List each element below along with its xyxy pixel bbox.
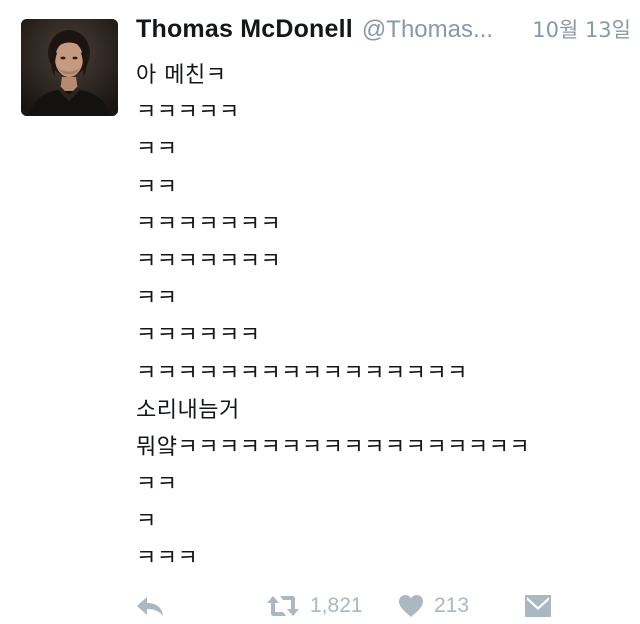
tweet-text-line: ㅋㅋㅋㅋㅋㅋ xyxy=(136,323,261,349)
tweet-text-line: 소리내늠거 xyxy=(136,397,240,423)
tweet-card: Thomas McDonell @Thomas... 10월 13일 아 메친ㅋ… xyxy=(0,0,640,624)
tweet-text-line: ㅋㅋ xyxy=(136,174,178,200)
tweet-timestamp[interactable]: 10월 13일 xyxy=(532,14,631,44)
tweet-text: 아 메친ㅋ ㅋㅋㅋㅋㅋ ㅋㅋ ㅋㅋ ㅋㅋㅋㅋㅋㅋㅋ ㅋㅋㅋㅋㅋㅋㅋ ㅋㅋ ㅋㅋㅋ… xyxy=(136,57,631,578)
like-button[interactable]: 213 xyxy=(398,590,469,622)
tweet-text-line: ㅋㅋㅋㅋㅋㅋㅋ xyxy=(136,248,282,274)
reply-arrow-icon xyxy=(137,597,163,616)
tweet-text-line: 아 메친ㅋ xyxy=(136,63,227,88)
heart-icon xyxy=(399,595,423,617)
retweet-button[interactable]: 1,821 xyxy=(266,590,363,622)
profile-photo-icon xyxy=(21,19,118,116)
tweet-text-line: ㅋ xyxy=(136,509,157,535)
tweet-text-line: ㅋㅋㅋ xyxy=(136,546,199,572)
tweet-text-line: 뭐얔ㅋㅋㅋㅋㅋㅋㅋㅋㅋㅋㅋㅋㅋㅋㅋㅋㅋ xyxy=(136,434,531,460)
tweet-text-line: ㅋㅋㅋㅋㅋㅋㅋ xyxy=(136,211,282,237)
reply-button[interactable] xyxy=(136,590,164,622)
tweet-actions: 1,821 213 xyxy=(136,590,631,622)
tweet-text-line: ㅋㅋ xyxy=(136,137,178,163)
tweet-header: Thomas McDonell @Thomas... 10월 13일 xyxy=(136,14,631,54)
like-count: 213 xyxy=(434,594,470,617)
retweet-icon xyxy=(267,596,299,616)
tweet-text-line: ㅋㅋㅋㅋㅋㅋㅋㅋㅋㅋㅋㅋㅋㅋㅋㅋ xyxy=(136,360,468,386)
direct-message-button[interactable] xyxy=(524,590,552,622)
tweet-text-line: ㅋㅋㅋㅋㅋ xyxy=(136,100,240,126)
tweet-text-line: ㅋㅋ xyxy=(136,286,178,312)
avatar[interactable] xyxy=(21,19,118,116)
retweet-count: 1,821 xyxy=(310,594,363,617)
author-handle[interactable]: @Thomas... xyxy=(362,16,520,44)
author-display-name[interactable]: Thomas McDonell xyxy=(136,15,353,44)
tweet-text-line: ㅋㅋ xyxy=(136,472,178,498)
envelope-icon xyxy=(525,595,551,617)
